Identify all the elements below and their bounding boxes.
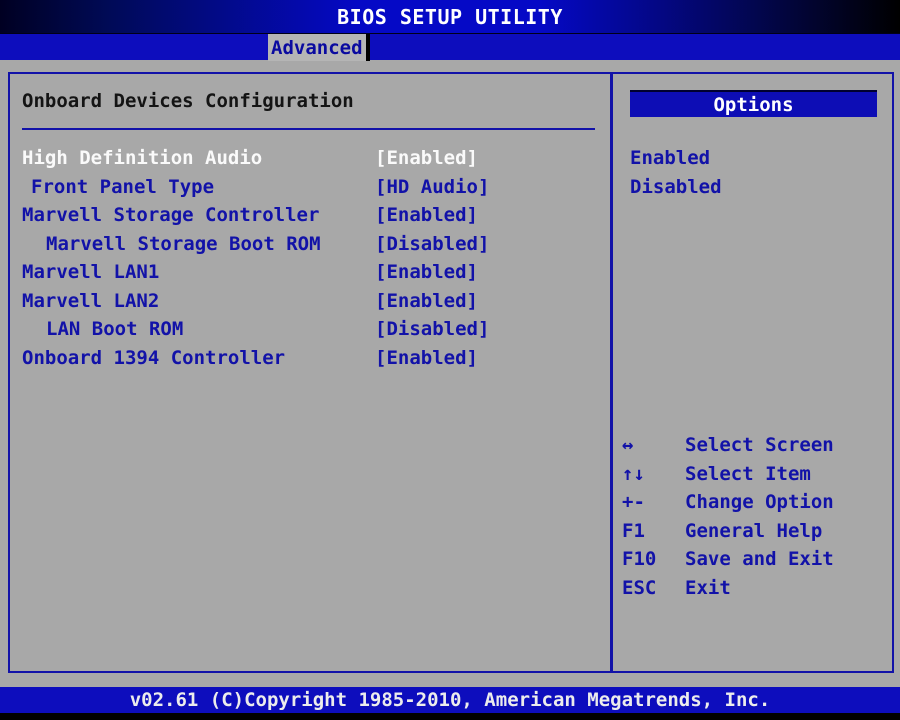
setting-label: Marvell LAN1 xyxy=(22,261,160,284)
setting-value: [Enabled] xyxy=(375,204,478,227)
option-disabled[interactable]: Disabled xyxy=(630,173,722,202)
setting-label: Marvell LAN2 xyxy=(22,289,160,312)
copyright-text: v02.61 (C)Copyright 1985-2010, American … xyxy=(129,689,771,711)
section-title: Onboard Devices Configuration xyxy=(22,90,354,112)
bios-title: BIOS SETUP UTILITY xyxy=(337,4,563,29)
setting-value: [Enabled] xyxy=(375,147,478,170)
f10-key: F10 xyxy=(622,548,657,571)
setting-label: LAN Boot ROM xyxy=(46,318,184,341)
setting-row-marvell-lan1[interactable]: Marvell LAN1 [Enabled] xyxy=(10,258,608,287)
f1-key: F1 xyxy=(622,519,645,542)
setting-row-front-panel-type[interactable]: Front Panel Type [HD Audio] xyxy=(10,173,608,202)
section-title-divider xyxy=(22,128,595,130)
key-help-action: General Help xyxy=(685,519,823,542)
left-right-arrows-icon: ↔ xyxy=(622,434,634,457)
setting-value: [Disabled] xyxy=(375,318,490,341)
key-help-row-save-and-exit: F10 Save and Exit xyxy=(613,545,892,574)
setting-label: High Definition Audio xyxy=(22,147,263,170)
bottom-black-strip xyxy=(0,713,900,720)
up-down-arrows-icon: ↑↓ xyxy=(622,462,645,485)
plus-minus-keys: +- xyxy=(622,491,645,514)
option-enabled[interactable]: Enabled xyxy=(630,144,722,173)
setting-row-high-definition-audio[interactable]: High Definition Audio [Enabled] xyxy=(10,144,608,173)
setting-label: Marvell Storage Boot ROM xyxy=(46,232,321,255)
copyright-bar: v02.61 (C)Copyright 1985-2010, American … xyxy=(0,687,900,713)
setting-value: [HD Audio] xyxy=(375,175,490,198)
setting-label: Front Panel Type xyxy=(31,175,215,198)
setting-row-marvell-storage-boot-rom[interactable]: Marvell Storage Boot ROM [Disabled] xyxy=(10,230,608,259)
key-help-legend: ↔ Select Screen ↑↓ Select Item +- Change… xyxy=(613,431,892,602)
setting-row-onboard-1394-controller[interactable]: Onboard 1394 Controller [Enabled] xyxy=(10,344,608,373)
options-list: Enabled Disabled xyxy=(630,144,722,201)
setting-label: Onboard 1394 Controller xyxy=(22,346,286,369)
key-help-action: Save and Exit xyxy=(685,548,834,571)
setting-row-marvell-lan2[interactable]: Marvell LAN2 [Enabled] xyxy=(10,287,608,316)
setting-value: [Disabled] xyxy=(375,232,490,255)
tab-advanced[interactable]: Advanced xyxy=(268,34,370,61)
key-help-row-exit: ESC Exit xyxy=(613,574,892,603)
key-help-row-select-screen: ↔ Select Screen xyxy=(613,431,892,460)
setting-value: [Enabled] xyxy=(375,261,478,284)
bios-title-bar: BIOS SETUP UTILITY xyxy=(0,0,900,33)
menu-tab-bar: Advanced xyxy=(0,33,900,61)
key-help-row-general-help: F1 General Help xyxy=(613,517,892,546)
key-help-row-select-item: ↑↓ Select Item xyxy=(613,460,892,489)
options-header-label: Options xyxy=(713,93,794,116)
options-header: Options xyxy=(630,90,877,117)
key-help-action: Select Screen xyxy=(685,434,834,457)
setting-row-lan-boot-rom[interactable]: LAN Boot ROM [Disabled] xyxy=(10,315,608,344)
setting-row-marvell-storage-controller[interactable]: Marvell Storage Controller [Enabled] xyxy=(10,201,608,230)
key-help-row-change-option: +- Change Option xyxy=(613,488,892,517)
settings-list: High Definition Audio [Enabled] Front Pa… xyxy=(10,144,608,372)
key-help-action: Select Item xyxy=(685,462,811,485)
esc-key: ESC xyxy=(622,576,657,599)
main-panel: Onboard Devices Configuration High Defin… xyxy=(8,72,894,673)
setting-label: Marvell Storage Controller xyxy=(22,204,320,227)
tab-advanced-label: Advanced xyxy=(271,36,363,59)
setting-value: [Enabled] xyxy=(375,289,478,312)
options-pane: Options Enabled Disabled ↔ Select Screen… xyxy=(613,74,892,671)
key-help-action: Exit xyxy=(685,576,731,599)
key-help-action: Change Option xyxy=(685,491,834,514)
setting-value: [Enabled] xyxy=(375,346,478,369)
